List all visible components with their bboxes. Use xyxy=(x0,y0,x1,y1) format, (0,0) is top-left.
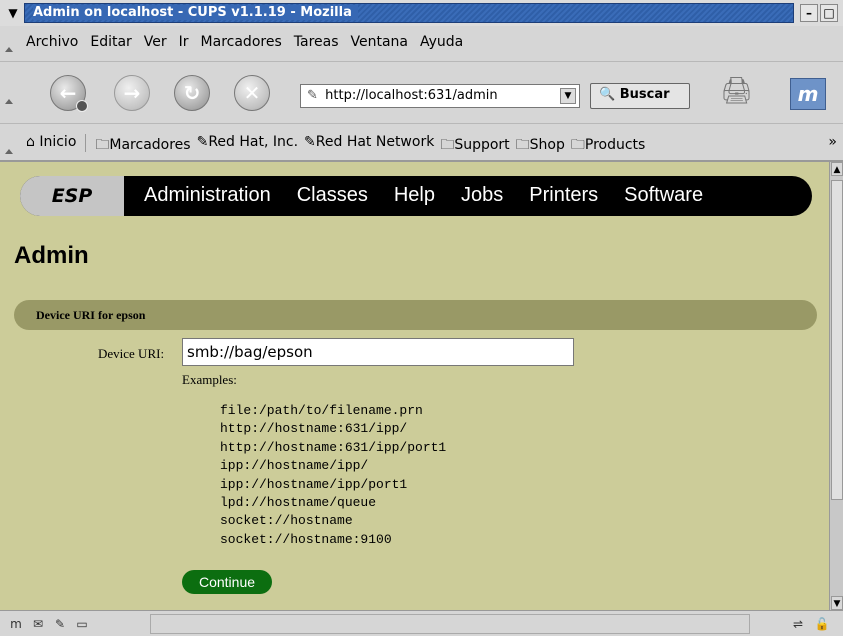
url-text: http://localhost:631/admin xyxy=(325,88,498,103)
example-uri: ipp://hostname/ipp/port1 xyxy=(220,476,408,492)
home-label: Inicio xyxy=(39,134,77,150)
menu-item-archivo[interactable]: Archivo xyxy=(26,34,78,50)
page-title: Admin xyxy=(14,242,89,269)
minimize-icon[interactable]: – xyxy=(800,4,818,22)
print-icon[interactable]: 🖨 xyxy=(720,76,760,110)
menu-bar: Archivo Editar Ver Ir Marcadores Tareas Ventan… xyxy=(0,26,843,62)
bookmark-folder-products[interactable]: 🗀Products xyxy=(571,134,645,158)
bookmark-link-redhat[interactable]: ✎Red Hat, Inc. xyxy=(197,134,298,158)
bookmark-label: Marcadores xyxy=(109,137,191,153)
example-uri: http://hostname:631/ipp/ xyxy=(220,421,408,437)
bookmark-link-redhat-network[interactable]: ✎Red Hat Network xyxy=(304,134,434,158)
bookmark-label: Red Hat Network xyxy=(315,134,435,150)
examples-label: Examples: xyxy=(182,372,237,387)
reload-button[interactable]: ↻ xyxy=(174,75,210,111)
menu-item-ver[interactable]: Ver xyxy=(144,34,167,50)
menu-item-ayuda[interactable]: Ayuda xyxy=(420,34,463,50)
search-icon: 🔍 xyxy=(599,87,616,102)
nav-link-software[interactable]: Software xyxy=(624,184,703,207)
search-button[interactable]: 🔍 Buscar xyxy=(590,83,690,109)
menu-item-ventana[interactable]: Ventana xyxy=(351,34,409,50)
more-bookmarks-button[interactable]: » xyxy=(828,134,837,150)
url-field[interactable]: ✎ http://localhost:631/admin ▼ xyxy=(300,84,580,108)
section-header: Device URI for epson xyxy=(14,300,817,330)
back-button[interactable]: ← xyxy=(50,75,88,112)
security-lock-icon[interactable]: 🔓 xyxy=(814,616,830,632)
nav-link-help[interactable]: Help xyxy=(394,184,435,207)
device-uri-input[interactable]: smb://bag/epson xyxy=(182,338,574,366)
mail-icon[interactable]: ✉ xyxy=(30,616,46,632)
stop-button[interactable]: ✕ xyxy=(234,75,270,111)
page-content: ESP Administration Classes Help Jobs Printer… xyxy=(0,162,829,610)
link-icon: ✎ xyxy=(196,134,209,150)
vertical-scrollbar[interactable]: ▲ ▼ xyxy=(829,162,843,610)
composer-icon[interactable]: ✎ xyxy=(52,616,68,632)
window-menu-icon[interactable]: ▼ xyxy=(4,4,22,22)
home-icon: ⌂ xyxy=(26,134,35,150)
bookmark-label: Shop xyxy=(529,137,565,153)
personal-toolbar: ⌂ Inicio 🗀Marcadores ✎Red Hat, Inc. ✎Red… xyxy=(0,124,843,162)
folder-icon: 🗀 xyxy=(570,137,585,153)
toolbar-grip-icon[interactable] xyxy=(3,128,13,158)
cups-navbar: ESP Administration Classes Help Jobs Printer… xyxy=(20,176,812,216)
menu-item-ir[interactable]: Ir xyxy=(179,34,189,50)
mozilla-logo-icon[interactable]: m xyxy=(790,78,826,110)
maximize-icon[interactable]: □ xyxy=(820,4,838,22)
navigator-icon[interactable]: m xyxy=(8,616,24,632)
nav-link-printers[interactable]: Printers xyxy=(529,184,598,207)
window-titlebar: ▼ Admin on localhost - CUPS v1.1.19 - Mo… xyxy=(0,0,843,26)
status-bar: m ✉ ✎ ▭ ⇌ 🔓 xyxy=(0,610,843,636)
home-link[interactable]: ⌂ Inicio xyxy=(26,134,76,158)
folder-icon: 🗀 xyxy=(515,137,530,153)
folder-icon: 🗀 xyxy=(95,137,110,153)
scroll-up-icon[interactable]: ▲ xyxy=(831,162,843,176)
forward-button[interactable]: → xyxy=(114,75,150,111)
search-button-label: Buscar xyxy=(619,87,670,102)
examples-list: file:/path/to/filename.prn http://hostnam… xyxy=(220,402,446,549)
status-text xyxy=(150,614,750,634)
bookmark-label: Red Hat, Inc. xyxy=(208,134,299,150)
url-dropdown-icon[interactable]: ▼ xyxy=(560,88,576,104)
menu-item-editar[interactable]: Editar xyxy=(90,34,131,50)
bookmark-label: Support xyxy=(454,137,510,153)
example-uri: lpd://hostname/queue xyxy=(220,495,377,511)
link-icon: ✎ xyxy=(304,134,316,150)
back-dropdown-icon[interactable] xyxy=(76,100,88,112)
page-icon: ✎ xyxy=(307,88,318,103)
nav-link-jobs[interactable]: Jobs xyxy=(461,184,503,207)
example-uri: http://hostname:631/ipp/port1 xyxy=(220,439,447,455)
separator xyxy=(85,134,87,152)
nav-link-classes[interactable]: Classes xyxy=(297,184,368,207)
navigation-toolbar: ← → ↻ ✕ ✎ http://localhost:631/admin ▼ 🔍… xyxy=(0,62,843,124)
example-uri: socket://hostname:9100 xyxy=(220,531,392,547)
example-uri: ipp://hostname/ipp/ xyxy=(220,458,369,474)
continue-button[interactable]: Continue xyxy=(182,570,272,594)
folder-icon: 🗀 xyxy=(440,137,455,153)
bookmark-folder-shop[interactable]: 🗀Shop xyxy=(516,134,565,158)
address-book-icon[interactable]: ▭ xyxy=(74,616,90,632)
bookmark-folder-support[interactable]: 🗀Support xyxy=(440,134,509,158)
toolbar-grip-icon[interactable] xyxy=(3,78,13,108)
online-status-icon[interactable]: ⇌ xyxy=(790,616,806,632)
scroll-thumb[interactable] xyxy=(831,180,843,500)
menu-item-tareas[interactable]: Tareas xyxy=(294,34,339,50)
bookmark-folder-marcadores[interactable]: 🗀Marcadores xyxy=(95,134,190,158)
menu-item-marcadores[interactable]: Marcadores xyxy=(201,34,282,50)
title-strip: Admin on localhost - CUPS v1.1.19 - Mozi… xyxy=(24,3,794,23)
window-title: Admin on localhost - CUPS v1.1.19 - Mozi… xyxy=(33,5,358,20)
example-uri: file:/path/to/filename.prn xyxy=(220,403,423,418)
device-uri-label: Device URI: xyxy=(98,346,165,361)
example-uri: socket://hostname xyxy=(220,513,353,529)
scroll-down-icon[interactable]: ▼ xyxy=(831,596,843,610)
esp-logo[interactable]: ESP xyxy=(20,176,124,216)
bookmark-label: Products xyxy=(584,137,646,153)
toolbar-grip-icon[interactable] xyxy=(3,26,13,56)
nav-link-administration[interactable]: Administration xyxy=(144,184,271,207)
